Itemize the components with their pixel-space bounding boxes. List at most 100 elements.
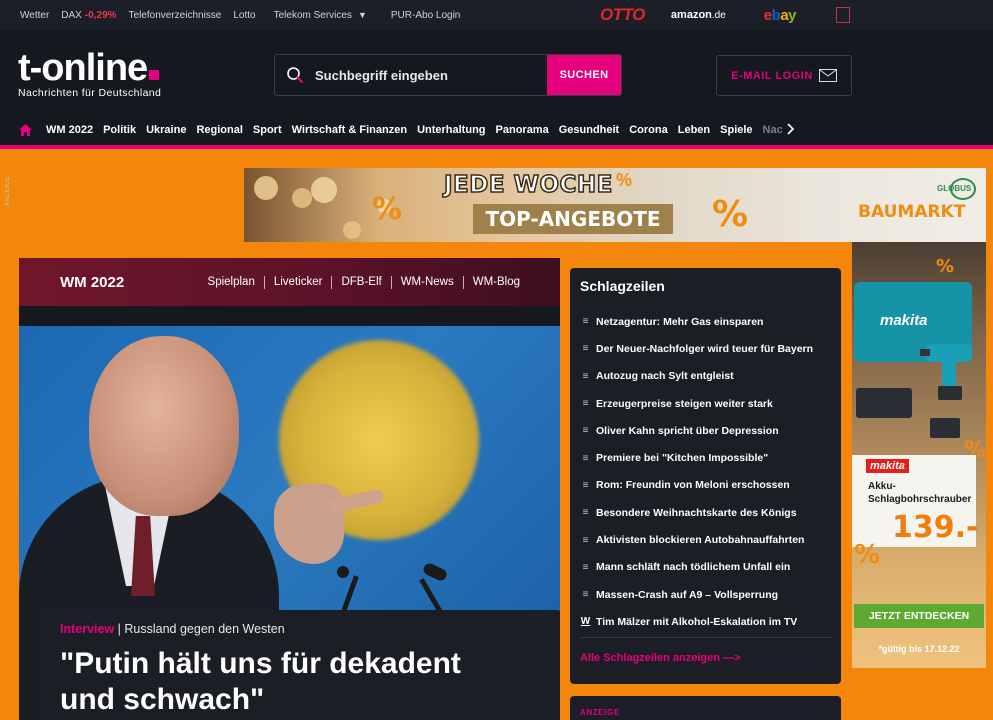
skyscraper-ad[interactable]: % makita % makita Akku-Schlagbohrschraub… (852, 242, 986, 668)
product-price: 139.- (892, 510, 979, 545)
list-icon: ≡ (582, 479, 589, 491)
ad-box: ANZEIGE (570, 696, 841, 720)
nav-item-panorama[interactable]: Panorama (496, 124, 549, 136)
hero-kicker: Interview | Russland gegen den Westen (60, 622, 285, 636)
otto-logo[interactable]: OTTO (600, 5, 645, 25)
wm-link-wm-news[interactable]: WM-News (401, 276, 454, 288)
hero-image-head (89, 336, 239, 516)
headline-text: Besondere Weihnachtskarte des Königs (596, 506, 797, 519)
all-headlines-label: Alle Schlagzeilen anzeigen (580, 652, 720, 664)
divider (263, 275, 265, 289)
nav-item-leben[interactable]: Leben (678, 124, 710, 136)
headline-item[interactable]: ≡ Premiere bei "Kitchen Impossible" (580, 444, 832, 471)
headlines-list: ≡ Netzagentur: Mehr Gas einsparen ≡ Der Ne… (580, 308, 832, 636)
headline-item[interactable]: ≡ Besondere Weihnachtskarte des Königs (580, 499, 832, 526)
percent-decoration: % (936, 256, 955, 277)
headline-item[interactable]: ≡ Autozug nach Sylt entgleist (580, 363, 832, 390)
wm-title[interactable]: WM 2022 (60, 274, 124, 291)
nav-item-corona[interactable]: Corona (629, 124, 668, 136)
headline-item[interactable]: W Tim Mälzer mit Alkohol-Eskalation im TV (580, 608, 832, 635)
home-icon[interactable] (19, 123, 32, 136)
wm-2022-bar: WM 2022 Spielplan Liveticker DFB-Elf WM-… (19, 258, 560, 306)
list-icon: ≡ (582, 370, 589, 382)
ebay-logo[interactable]: ebay (764, 7, 797, 24)
wm-link-liveticker[interactable]: Liveticker (274, 276, 323, 288)
list-icon: ≡ (582, 343, 589, 355)
wm-link-wm-blog[interactable]: WM-Blog (473, 276, 520, 288)
weather-link[interactable]: Wetter (20, 10, 49, 21)
partner-links: OTTO amazon.de ebay (600, 0, 850, 30)
dax-value: -0,29% (84, 9, 117, 21)
headline-item[interactable]: ≡ Massen-Crash auf A9 – Vollsperrung (580, 581, 832, 608)
all-headlines-link[interactable]: Alle Schlagzeilen anzeigen —> (580, 652, 741, 664)
headline-text: Der Neuer-Nachfolger wird teuer für Baye… (596, 342, 814, 355)
search-input[interactable] (315, 55, 547, 95)
main-nav: WM 2022 Politik Ukraine Regional Sport W… (0, 114, 993, 149)
headline-text: Tim Mälzer mit Alkohol-Eskalation im TV (596, 615, 798, 628)
drill-image (920, 344, 972, 400)
headline-text: Rom: Freundin von Meloni erschossen (596, 479, 790, 492)
nav-item-ukraine[interactable]: Ukraine (146, 124, 186, 136)
nav-item-regional[interactable]: Regional (196, 124, 242, 136)
search-icon (275, 66, 315, 84)
headline-text: Netzagentur: Mehr Gas einsparen (596, 315, 764, 328)
nav-item-truncated[interactable]: Nac (763, 124, 783, 136)
nav-item-sport[interactable]: Sport (253, 124, 282, 136)
partner-brand-icon[interactable] (836, 7, 850, 23)
headline-item[interactable]: ≡ Netzagentur: Mehr Gas einsparen (580, 308, 832, 335)
amazon-word: amazon (670, 9, 712, 21)
email-login-button[interactable]: E-MAIL LOGIN (716, 55, 852, 96)
list-icon: ≡ (582, 398, 589, 410)
t-online-logo[interactable]: t-online Nachrichten für Deutschland (18, 48, 161, 99)
nav-item-wm-2022[interactable]: WM 2022 (46, 124, 93, 136)
kicker-text: Russland gegen den Westen (124, 622, 285, 636)
logo-dot-icon (149, 70, 160, 80)
nav-item-wirtschaft[interactable]: Wirtschaft & Finanzen (292, 124, 407, 136)
lotto-link[interactable]: Lotto (233, 10, 255, 21)
ad-headline: JEDE WOCHE (443, 171, 613, 199)
w-icon: W (580, 616, 591, 628)
site-header: t-online Nachrichten für Deutschland SUC… (0, 30, 993, 114)
percent-decoration: % (712, 194, 749, 235)
percent-decoration: % (616, 170, 633, 190)
headline-item[interactable]: ≡ Mann schläft nach tödlichem Unfall ein (580, 554, 832, 581)
ad-banner[interactable]: % JEDE WOCHE % TOP-ANGEBOTE % GLOBUS BAU… (244, 168, 986, 242)
wm-link-dfb-elf[interactable]: DFB-Elf (341, 276, 381, 288)
headline-text: Autozug nach Sylt entgleist (596, 370, 734, 383)
baumarkt-logo: BAUMARKT (858, 202, 966, 222)
nav-item-politik[interactable]: Politik (103, 124, 136, 136)
amazon-logo[interactable]: amazon.de (671, 9, 726, 21)
divider (580, 637, 832, 638)
headline-item[interactable]: ≡ Oliver Kahn spricht über Depression (580, 417, 832, 444)
headline-item[interactable]: ≡ Der Neuer-Nachfolger wird teuer für Bay… (580, 335, 832, 362)
nav-item-spiele[interactable]: Spiele (720, 124, 752, 136)
ad-label: ANZEIGE (580, 708, 620, 717)
ad-label: ANZEIGE (5, 176, 11, 206)
nav-item-unterhaltung[interactable]: Unterhaltung (417, 124, 485, 136)
nav-item-gesundheit[interactable]: Gesundheit (559, 124, 620, 136)
hero-headline[interactable]: "Putin hält uns für dekadent und schwach… (60, 646, 520, 718)
wm-link-spielplan[interactable]: Spielplan (208, 276, 255, 288)
phonebook-link[interactable]: Telefonverzeichnisse (129, 10, 222, 21)
battery-image (930, 418, 960, 438)
headline-text: Aktivisten blockieren Autobahnauffahrten (596, 534, 805, 547)
envelope-icon (818, 69, 837, 82)
list-icon: ≡ (582, 507, 589, 519)
pur-abo-login-link[interactable]: PUR-Abo Login (391, 10, 460, 21)
dax-link[interactable]: DAX -0,29% (61, 10, 116, 21)
discover-now-button[interactable]: JETZT ENTDECKEN (854, 604, 984, 628)
headlines-box: Schlagzeilen ≡ Netzagentur: Mehr Gas eins… (570, 268, 841, 684)
validity-note: *gültig bis 17.12.22 (878, 644, 960, 654)
hero-teaser[interactable]: Interview | Russland gegen den Westen "P… (19, 326, 560, 720)
headline-text: Massen-Crash auf A9 – Vollsperrung (596, 588, 779, 601)
telekom-services-label: Telekom Services (273, 9, 352, 21)
search-button[interactable]: SUCHEN (547, 55, 621, 95)
chevron-right-icon[interactable] (787, 122, 795, 138)
telekom-services-menu[interactable]: Telekom Services ▼ (274, 10, 367, 21)
list-icon: ≡ (582, 589, 589, 601)
headline-item[interactable]: ≡ Rom: Freundin von Meloni erschossen (580, 472, 832, 499)
headline-item[interactable]: ≡ Erzeugerpreise steigen weiter stark (580, 390, 832, 417)
email-login-label: E-MAIL LOGIN (731, 69, 813, 82)
headline-item[interactable]: ≡ Aktivisten blockieren Autobahnauffahrte… (580, 526, 832, 553)
wm-links: Spielplan Liveticker DFB-Elf WM-News WM-… (208, 275, 520, 289)
